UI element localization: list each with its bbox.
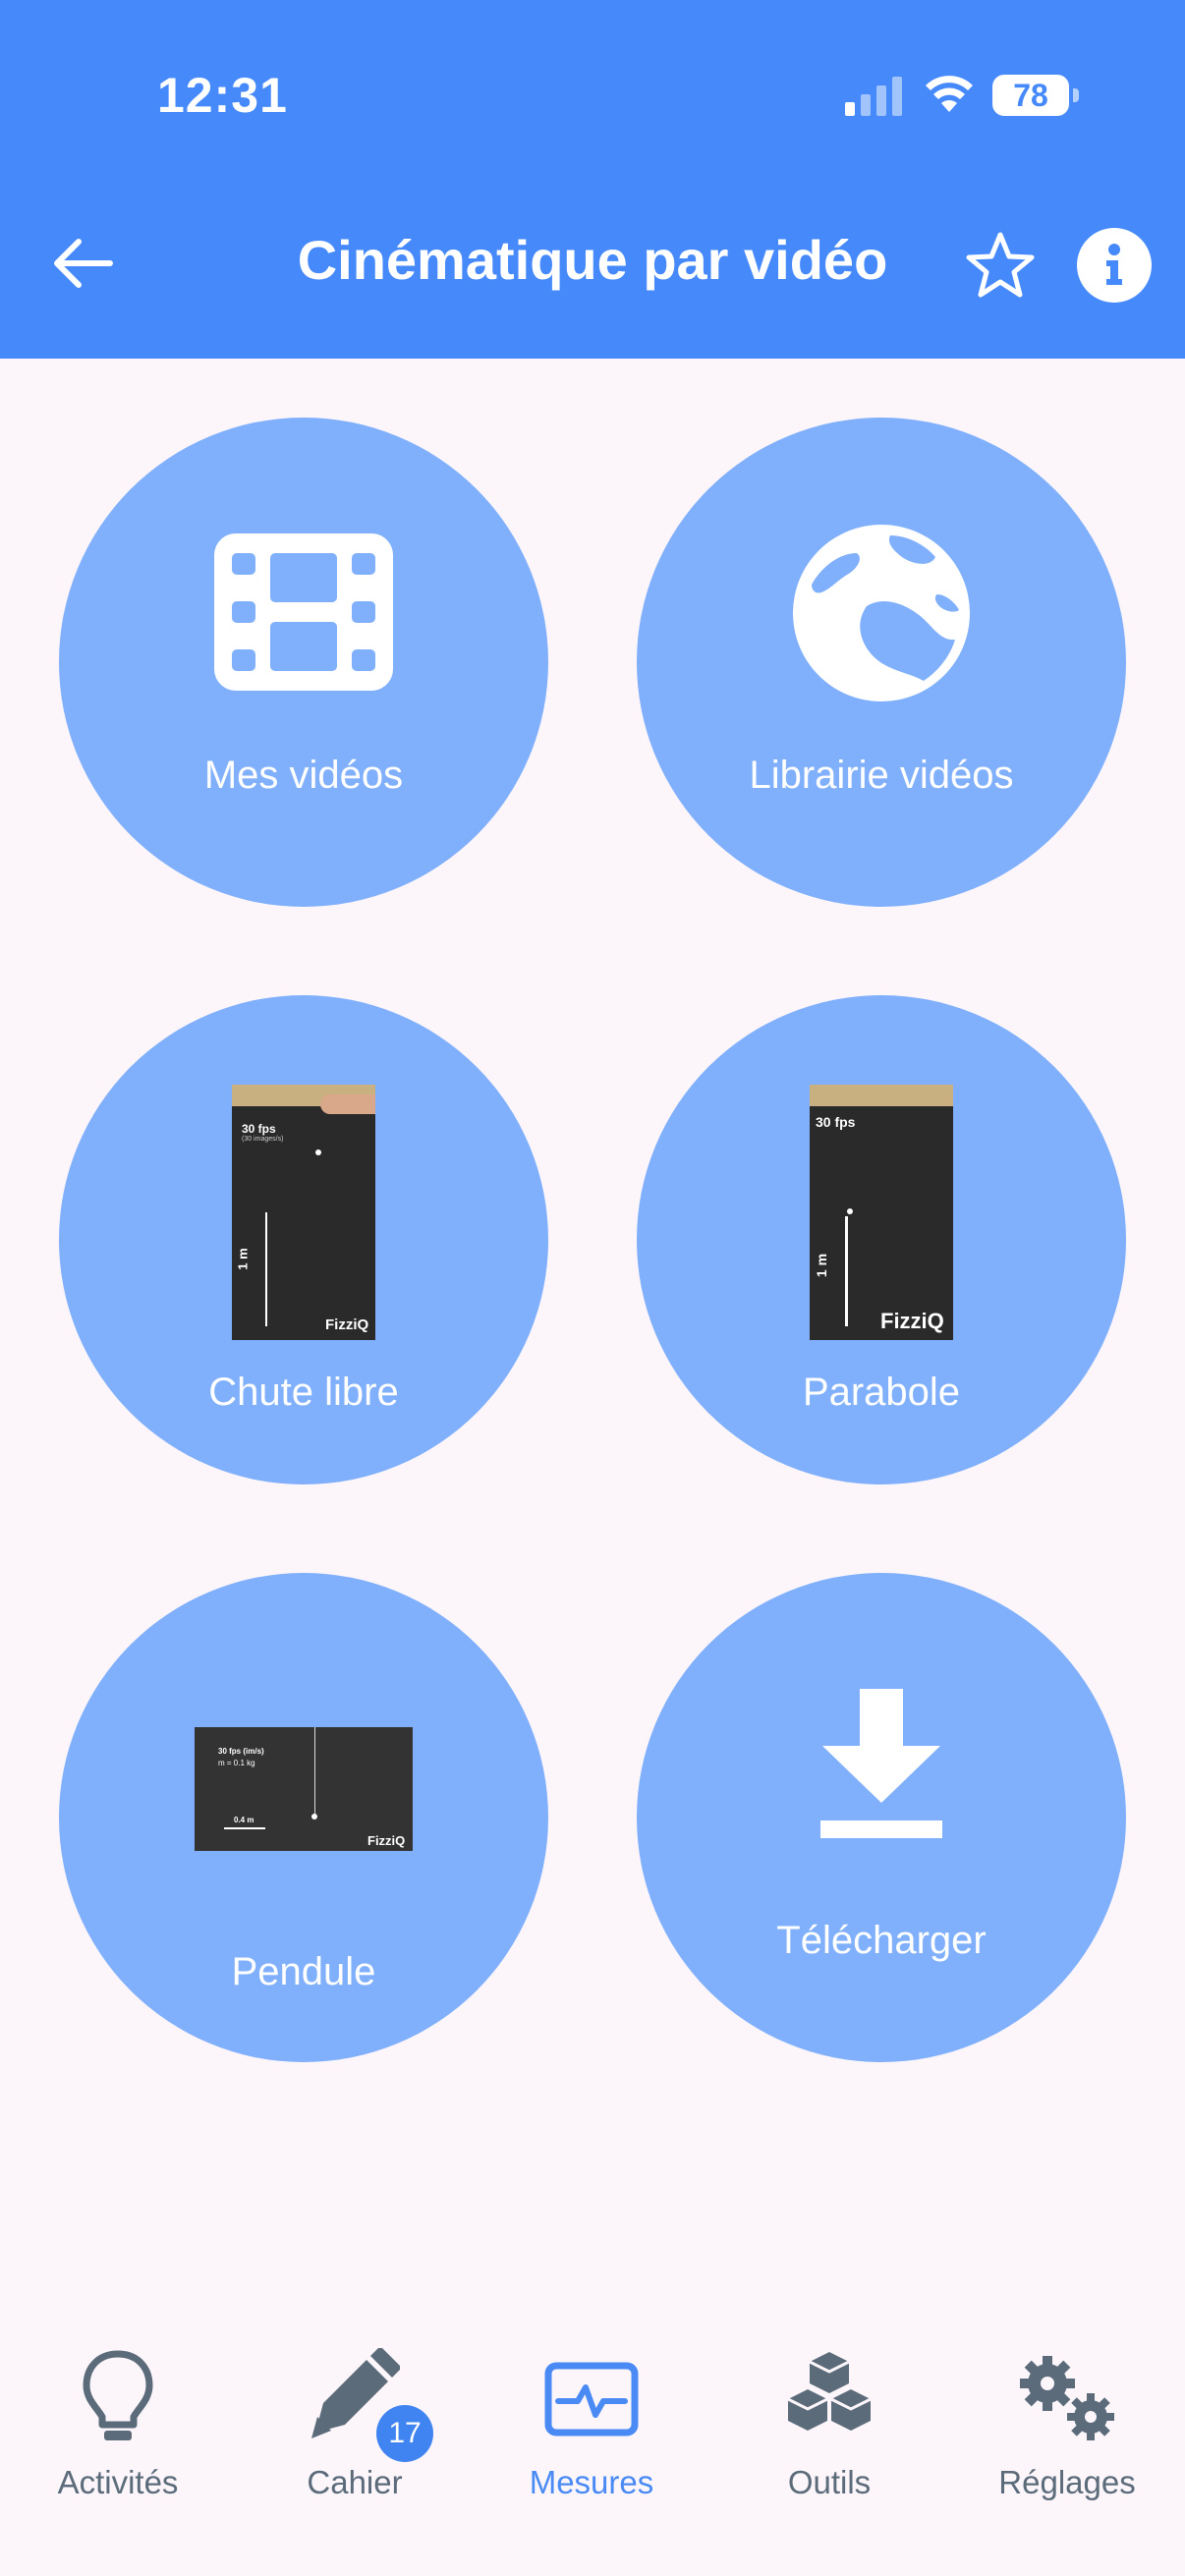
- app-header: 12:31 78 Cinématique par vidéo: [0, 0, 1185, 359]
- tab-reglages[interactable]: Réglages: [959, 2348, 1175, 2515]
- tab-activites[interactable]: Activités: [10, 2348, 226, 2515]
- favorite-star-icon[interactable]: [965, 230, 1036, 301]
- thumbnail-brand: FizziQ: [880, 1309, 944, 1333]
- measurements-icon: [544, 2362, 639, 2436]
- tab-label: Activités: [57, 2464, 179, 2500]
- pendulum-string: [314, 1727, 315, 1816]
- tile-label: Chute libre: [208, 1371, 399, 1414]
- tab-cahier[interactable]: 17 Cahier: [247, 2348, 463, 2515]
- tab-label: Réglages: [998, 2464, 1136, 2500]
- tile-label: Parabole: [802, 1371, 961, 1414]
- signal-icon: [845, 77, 902, 116]
- tab-label: Outils: [787, 2464, 872, 2500]
- parabola-thumbnail: 30 fps 1 m FizziQ: [810, 1085, 953, 1340]
- battery-tip: [1073, 88, 1079, 102]
- ball-dot: [315, 1149, 321, 1155]
- thumbnail-brand: FizziQ: [367, 1833, 406, 1848]
- wifi-icon: [926, 76, 973, 112]
- tile-pendulum[interactable]: 30 fps (im/s) m = 0.1 kg 0.4 m FizziQ Pe…: [59, 1573, 548, 2062]
- gears-icon: [1020, 2356, 1114, 2440]
- thumbnail-brand: FizziQ: [325, 1316, 369, 1333]
- info-button[interactable]: [1077, 228, 1152, 303]
- ball-dot: [847, 1208, 853, 1214]
- thumbnail-scale-label: 1 m: [814, 1253, 830, 1278]
- tile-label: Télécharger: [776, 1919, 987, 1962]
- thumbnail-mass-label: m = 0.1 kg: [218, 1759, 255, 1767]
- pendulum-thumbnail: 30 fps (im/s) m = 0.1 kg 0.4 m FizziQ: [195, 1727, 413, 1851]
- tile-free-fall[interactable]: 30 fps (30 images/s) 1 m FizziQ Chute li…: [59, 995, 548, 1484]
- info-icon: [1106, 244, 1122, 285]
- film-icon: [214, 533, 393, 691]
- hand-shape: [320, 1094, 375, 1114]
- scale-bar: [265, 1212, 267, 1326]
- tile-video-library[interactable]: Librairie vidéos: [637, 418, 1126, 907]
- cubes-icon: [787, 2352, 872, 2431]
- tab-mesures[interactable]: Mesures: [483, 2348, 700, 2515]
- free-fall-thumbnail: 30 fps (30 images/s) 1 m FizziQ: [232, 1085, 375, 1340]
- download-icon: [820, 1689, 942, 1838]
- battery-indicator: 78: [992, 75, 1069, 116]
- tile-label: Mes vidéos: [203, 754, 404, 797]
- tab-outils[interactable]: Outils: [721, 2348, 937, 2515]
- tile-download[interactable]: Télécharger: [637, 1573, 1126, 2062]
- tile-parabola[interactable]: 30 fps 1 m FizziQ Parabole: [637, 995, 1126, 1484]
- thumbnail-fps-label: 30 fps: [242, 1122, 276, 1136]
- globe-icon: [793, 525, 970, 701]
- thumbnail-fps-label: 30 fps (im/s): [218, 1747, 264, 1756]
- lightbulb-icon: [83, 2350, 153, 2440]
- scale-bar: [845, 1216, 848, 1326]
- status-icons: 78: [845, 69, 1079, 124]
- tab-label: Cahier: [307, 2464, 403, 2500]
- thumbnail-scale-label: 1 m: [235, 1248, 251, 1270]
- tab-label: Mesures: [529, 2464, 654, 2500]
- thumbnail-scale-label: 0.4 m: [234, 1816, 254, 1824]
- thumbnail-ceiling: [810, 1085, 953, 1106]
- pendulum-bob: [311, 1814, 317, 1820]
- scale-bar: [224, 1827, 265, 1829]
- tile-label: Pendule: [231, 1950, 376, 1993]
- tile-label: Librairie vidéos: [749, 754, 1014, 797]
- thumbnail-fps-label: 30 fps: [816, 1114, 856, 1130]
- thumbnail-fps-sublabel: (30 images/s): [242, 1136, 284, 1143]
- tile-my-videos[interactable]: Mes vidéos: [59, 418, 548, 907]
- notification-badge: 17: [376, 2405, 433, 2462]
- status-time: 12:31: [157, 68, 288, 123]
- bottom-tab-bar: Activités 17 Cahier Mesures Outils Régla…: [0, 2304, 1185, 2576]
